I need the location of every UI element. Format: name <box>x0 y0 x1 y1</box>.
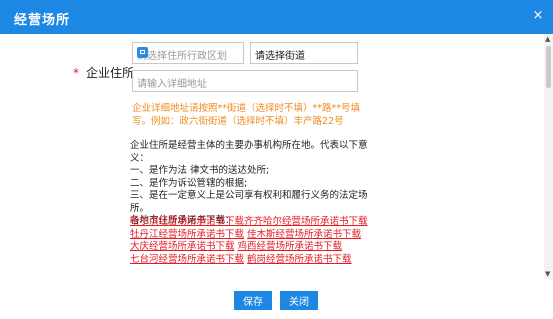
dialog-content: * 企业住所: 请选择住所行政区划 请选择街道 ⌄ 请输入详细地址 企业详细地址… <box>0 34 544 279</box>
close-icon[interactable]: × <box>531 9 545 23</box>
download-link-qiqihaer[interactable]: 齐齐哈尔经营场所承诺书下载 <box>244 216 368 227</box>
save-button[interactable]: 保存 <box>234 291 272 310</box>
download-link-jiamusi[interactable]: 佳木斯经营场所承诺书下载 <box>247 229 361 240</box>
download-link-hegang[interactable]: 鹤岗经营场所承诺书下载 <box>247 254 352 265</box>
download-link-mudanjiang[interactable]: 牡丹江经营场所承诺书下载 <box>130 229 244 240</box>
company-address-label: 企业住所: <box>86 66 139 80</box>
info-line: 企业住所是经营主体的主要办事机构所在地。代表以下意 <box>130 140 368 151</box>
dialog-title: 经营场所 <box>14 13 71 28</box>
scroll-up-icon[interactable]: ▲ <box>545 35 550 43</box>
download-link-qitaihe[interactable]: 七台河经营场所承诺书下载 <box>130 254 244 265</box>
vertical-scrollbar[interactable]: ▲ ▼ <box>544 34 553 279</box>
region-picker-icon[interactable] <box>137 47 148 58</box>
address-info: 企业住所是经营主体的主要办事机构所在地。代表以下意 义： 一、是作为法 律文书的… <box>130 140 370 228</box>
info-line: 三、是在一定意义上是公司享有权利和履行义务的法定场 <box>130 190 368 201</box>
address-input[interactable]: 请输入详细地址 <box>132 70 358 92</box>
street-select[interactable]: 请选择街道 ⌄ <box>250 42 358 64</box>
region-input[interactable]: 请选择住所行政区划 <box>132 42 244 64</box>
region-placeholder: 请选择住所行政区划 <box>137 51 227 62</box>
download-link-jixi[interactable]: 鸡西经营场所承诺书下载 <box>238 241 343 252</box>
tip-line: 企业详细地址请按照**街道（选择时不填）**路**号填 <box>132 103 361 114</box>
download-link-haerbin[interactable]: 哈尔滨经营场所承诺书下载 <box>130 216 244 227</box>
dialog-footer: 保存 关闭 <box>0 279 553 319</box>
info-line: 义： <box>130 152 150 164</box>
download-link-daqing[interactable]: 大庆经营场所承诺书下载 <box>130 241 235 252</box>
close-button[interactable]: 关闭 <box>280 291 318 310</box>
dialog-titlebar: 经营场所 × <box>0 0 553 34</box>
download-links: 哈尔滨经营场所承诺书下载齐齐哈尔经营场所承诺书下载 牡丹江经营场所承诺书下载 佳… <box>130 216 375 266</box>
chevron-down-icon: ⌄ <box>255 47 263 57</box>
address-placeholder: 请输入详细地址 <box>137 79 207 90</box>
scroll-down-icon[interactable]: ▼ <box>545 270 550 278</box>
scrollbar-thumb[interactable] <box>546 46 551 88</box>
info-line: 所。 <box>130 202 150 214</box>
tip-line: 写。例如：政六街街道（选择时不填）丰产路22号 <box>132 116 344 127</box>
address-tip: 企业详细地址请按照**街道（选择时不填）**路**号填 写。例如：政六街街道（选… <box>132 102 364 128</box>
required-mark: * <box>73 66 79 80</box>
info-line: 一、是作为法 律文书的送达处所; <box>130 165 270 176</box>
info-line: 二、是作为诉讼管辖的根据; <box>130 177 248 189</box>
